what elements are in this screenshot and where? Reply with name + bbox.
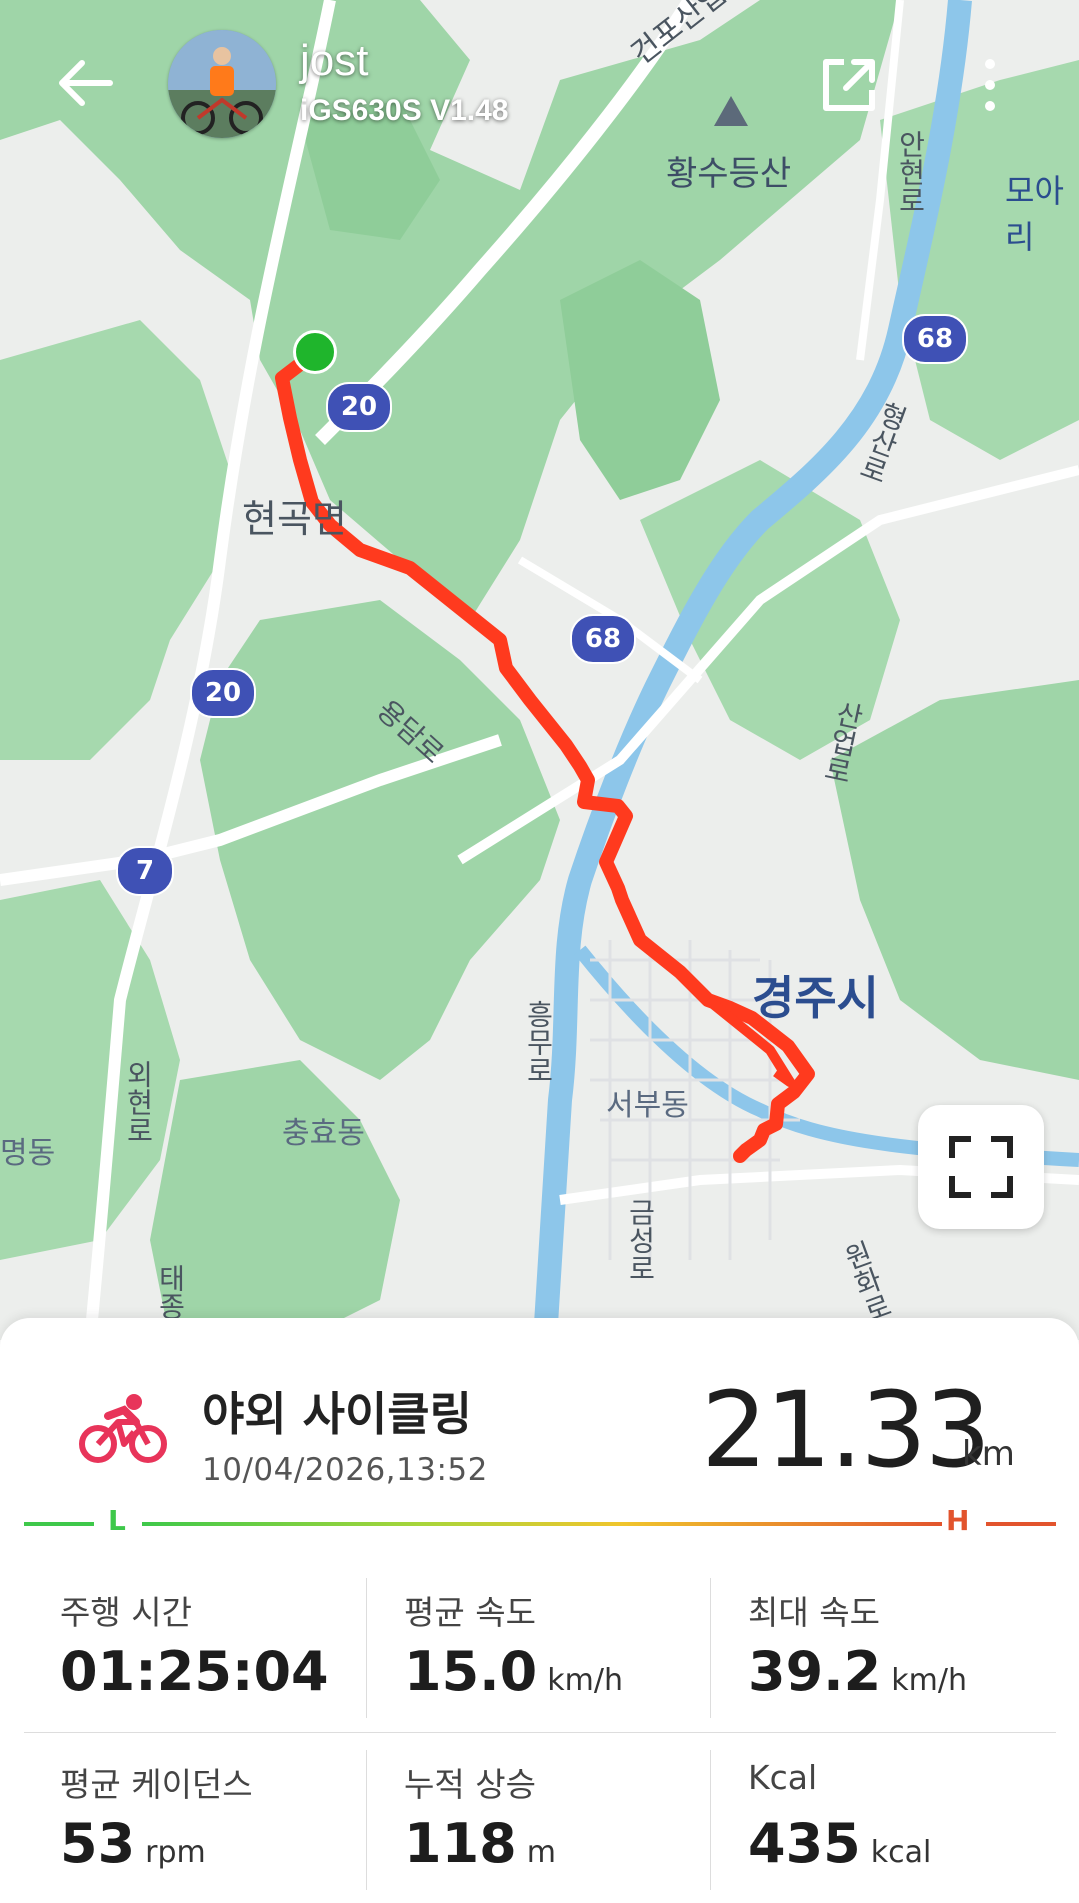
stat-label: Kcal [748,1758,818,1797]
stat-max-speed: 최대 속도 39.2 km/h [712,1560,1056,1720]
stat-label: 누적 상승 [404,1765,536,1804]
activity-type: 야외 사이클링 [202,1387,472,1441]
map-label-place-chunghyo: 충효동 [282,1116,365,1151]
route-start-marker [293,330,337,374]
route-map[interactable]: 현곡면 경주시 서부동 충효동 명동 모아리 황수등산 건포산업로 안현로 형산… [0,0,1079,1340]
route-shield-20: 20 [326,382,392,432]
stat-unit: rpm [145,1835,206,1870]
arrow-left-icon [59,60,113,106]
top-bar: jost iGS630S V1.48 [0,0,1079,170]
stat-calories: Kcal 435 kcal [712,1732,1056,1892]
avatar-image [168,30,276,138]
stat-label: 주행 시간 [60,1593,192,1632]
cycling-icon [78,1392,168,1466]
route-shield-20: 20 [190,668,256,718]
stat-unit: kcal [870,1835,932,1870]
divider [366,1578,367,1718]
map-label-place-moa: 모아리 [1005,172,1064,256]
scale-low-label: L [108,1504,126,1537]
stat-value: 118 m [404,1812,556,1875]
stat-value: 39.2 km/h [748,1640,967,1703]
map-label-road-oehyeon: 외현로 [122,1060,155,1144]
stat-value: 15.0 km/h [404,1640,623,1703]
share-button[interactable] [814,50,884,120]
map-label-road-heungmu: 흥무로 [522,1000,555,1084]
map-label-place-hyeongok: 현곡면 [242,497,347,541]
stat-label: 평균 속도 [404,1593,536,1632]
map-label-place-seobu: 서부동 [606,1088,689,1123]
activity-date: 10/04/2026,13:52 [202,1452,488,1488]
stat-avg-cadence: 평균 케이던스 53 rpm [24,1732,368,1892]
stat-label: 최대 속도 [748,1593,880,1632]
share-external-icon [823,59,875,111]
stat-value: 435 kcal [748,1812,932,1875]
avatar[interactable] [168,30,276,138]
stat-label: 평균 케이던스 [60,1765,253,1804]
stat-unit: m [526,1835,556,1870]
stat-value: 01:25:04 [60,1640,329,1703]
stat-unit: km/h [547,1663,623,1698]
more-button[interactable] [970,50,1010,120]
more-vertical-icon [985,59,995,111]
fullscreen-icon [949,1136,1013,1198]
back-button[interactable] [52,48,122,118]
scale-high-label: H [946,1504,970,1537]
stats-grid: 주행 시간 01:25:04 평균 속도 15.0 km/h 최대 속도 39.2… [24,1560,1056,1903]
map-label-road-geumseong: 금성로 [624,1198,657,1282]
route-shield-68: 68 [570,614,636,664]
map-label-place-gyeongju: 경주시 [752,971,879,1025]
stat-unit: km/h [891,1663,967,1698]
intensity-scale-bar [24,1522,1056,1526]
map-label-place-myeong: 명동 [0,1136,56,1171]
stat-ride-time: 주행 시간 01:25:04 [24,1560,368,1720]
distance-unit: km [962,1434,1015,1474]
stat-elevation-gain: 누적 상승 118 m [368,1732,712,1892]
stat-value: 53 rpm [60,1812,206,1875]
fullscreen-button[interactable] [918,1105,1044,1229]
divider [710,1578,711,1718]
device-name: iGS630S V1.48 [300,94,509,127]
user-name: jost [300,36,369,85]
map-label-road-tae: 태종 [154,1264,187,1320]
route-shield-7: 7 [116,846,174,896]
stat-avg-speed: 평균 속도 15.0 km/h [368,1560,712,1720]
route-shield-68: 68 [902,314,968,364]
distance-value: 21.33 [701,1369,991,1491]
